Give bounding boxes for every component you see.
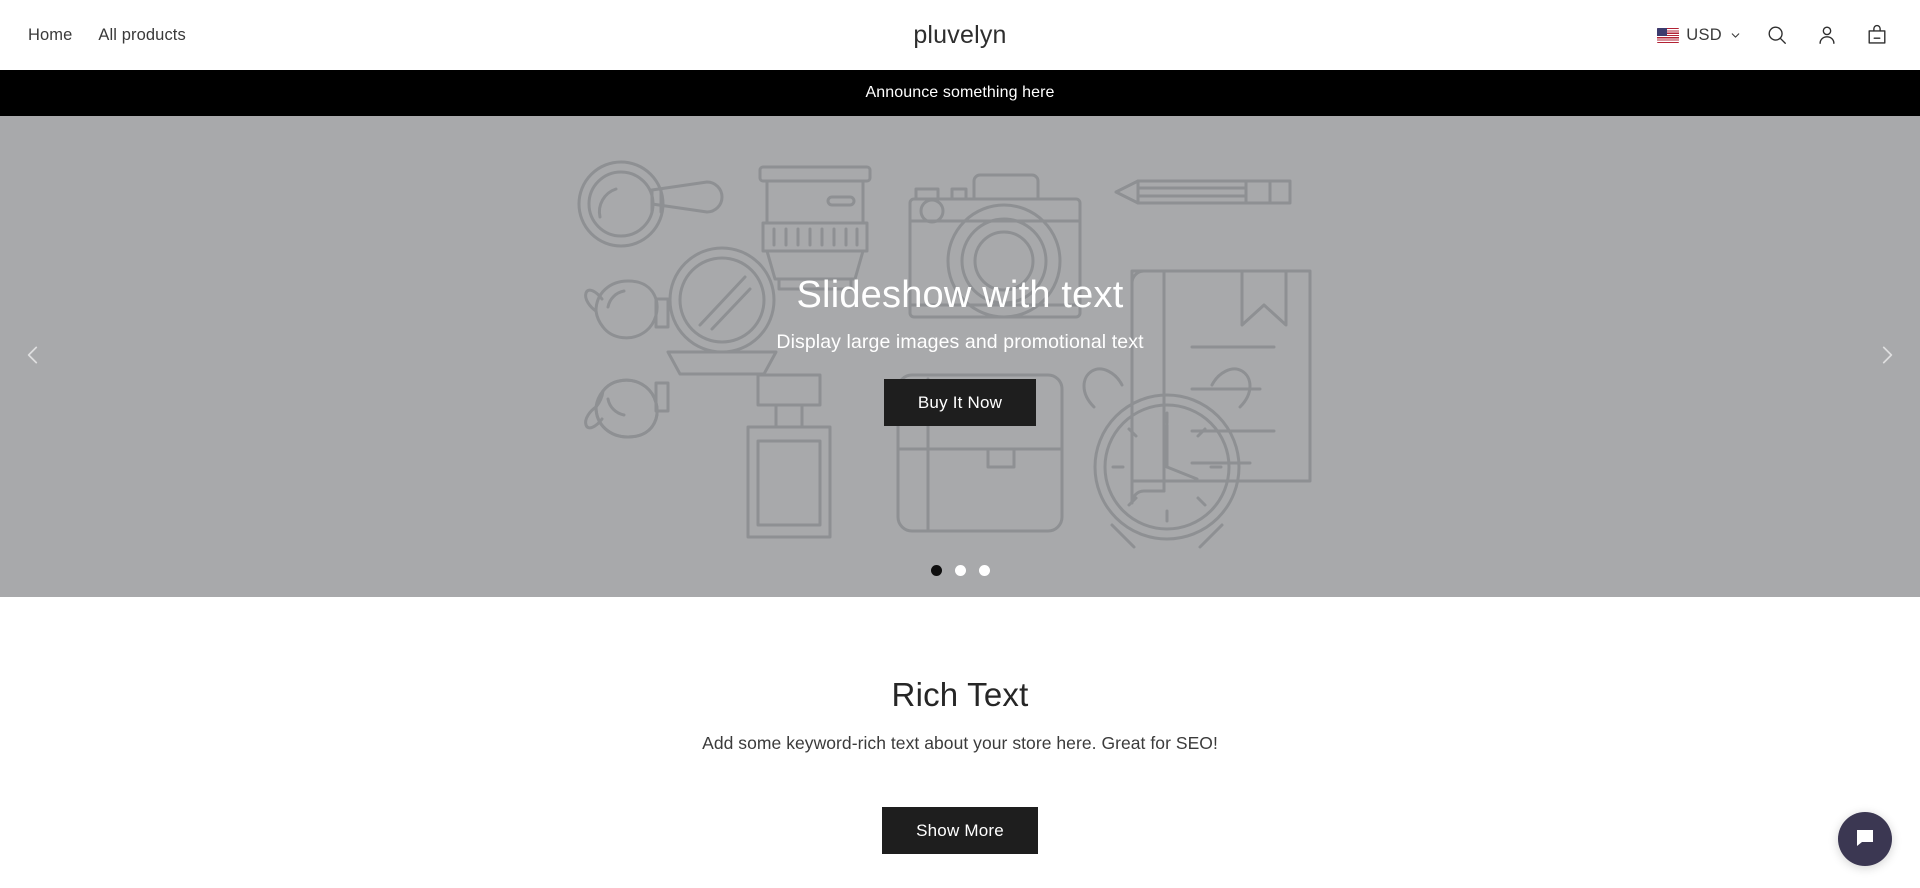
site-logo-text: pluvelyn: [913, 20, 1007, 49]
hero-content: Slideshow with text Display large images…: [0, 116, 1920, 597]
slideshow-dot-2[interactable]: [954, 565, 966, 576]
buy-it-now-button[interactable]: Buy It Now: [883, 378, 1037, 426]
slideshow-dot-3[interactable]: [978, 565, 990, 576]
cart-icon[interactable]: [1862, 20, 1892, 50]
site-logo[interactable]: pluvelyn: [0, 0, 1920, 70]
chevron-down-icon: [1729, 29, 1742, 42]
slideshow-prev-button[interactable]: [10, 334, 56, 380]
currency-label: USD: [1686, 25, 1722, 44]
header-actions: USD: [1657, 20, 1892, 50]
search-icon[interactable]: [1762, 20, 1792, 50]
rich-text-title: Rich Text: [891, 676, 1029, 713]
us-flag-icon: [1657, 27, 1680, 43]
announcement-text: Announce something here: [865, 84, 1055, 101]
nav-link-home[interactable]: Home: [28, 26, 72, 45]
chevron-left-icon: [20, 342, 46, 371]
site-header: Home All products pluvelyn USD: [0, 0, 1920, 70]
announcement-bar: Announce something here: [0, 70, 1920, 116]
primary-navigation: Home All products: [28, 26, 186, 45]
account-icon[interactable]: [1812, 20, 1842, 50]
rich-text-cta-wrapper: Show More: [0, 782, 1920, 854]
hero-subtitle: Display large images and promotional tex…: [776, 330, 1144, 353]
hero-title: Slideshow with text: [796, 274, 1124, 317]
rich-text-section: Rich Text Add some keyword-rich text abo…: [0, 597, 1920, 854]
nav-link-all-products[interactable]: All products: [98, 26, 185, 45]
slideshow-next-button[interactable]: [1864, 334, 1910, 380]
show-more-button[interactable]: Show More: [882, 807, 1038, 854]
chevron-right-icon: [1874, 342, 1900, 371]
slideshow-pagination: [0, 565, 1920, 576]
rich-text-body: Add some keyword-rich text about your st…: [702, 733, 1218, 753]
chat-widget-button[interactable]: [1838, 812, 1892, 866]
chat-bubble-icon: [1853, 826, 1877, 853]
hero-slideshow: Slideshow with text Display large images…: [0, 116, 1920, 597]
slideshow-dot-1[interactable]: [930, 565, 942, 576]
currency-selector[interactable]: USD: [1657, 26, 1742, 45]
